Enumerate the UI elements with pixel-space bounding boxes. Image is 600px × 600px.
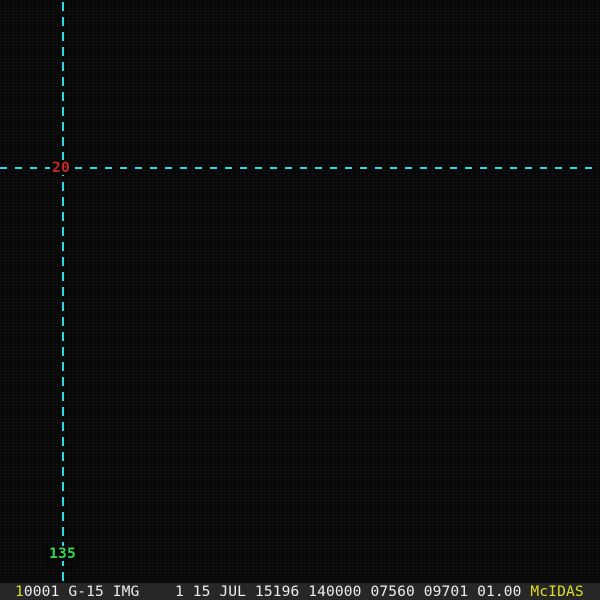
latitude-label: 20 <box>50 159 72 176</box>
mcidas-image-display[interactable]: 20 135 1 0001 G-15 IMG 1 15 JUL 15196 140… <box>0 0 600 600</box>
image-info-text: 0001 G-15 IMG 1 15 JUL 15196 140000 0756… <box>23 583 531 600</box>
status-bar: 1 0001 G-15 IMG 1 15 JUL 15196 140000 075… <box>0 583 600 600</box>
latitude-gridline <box>0 167 600 169</box>
longitude-label: 135 <box>47 545 78 562</box>
image-noise-background <box>0 0 600 600</box>
longitude-gridline <box>62 2 64 583</box>
frame-number: 1 <box>15 583 24 600</box>
mcidas-brand-label: McIDAS <box>530 583 584 600</box>
